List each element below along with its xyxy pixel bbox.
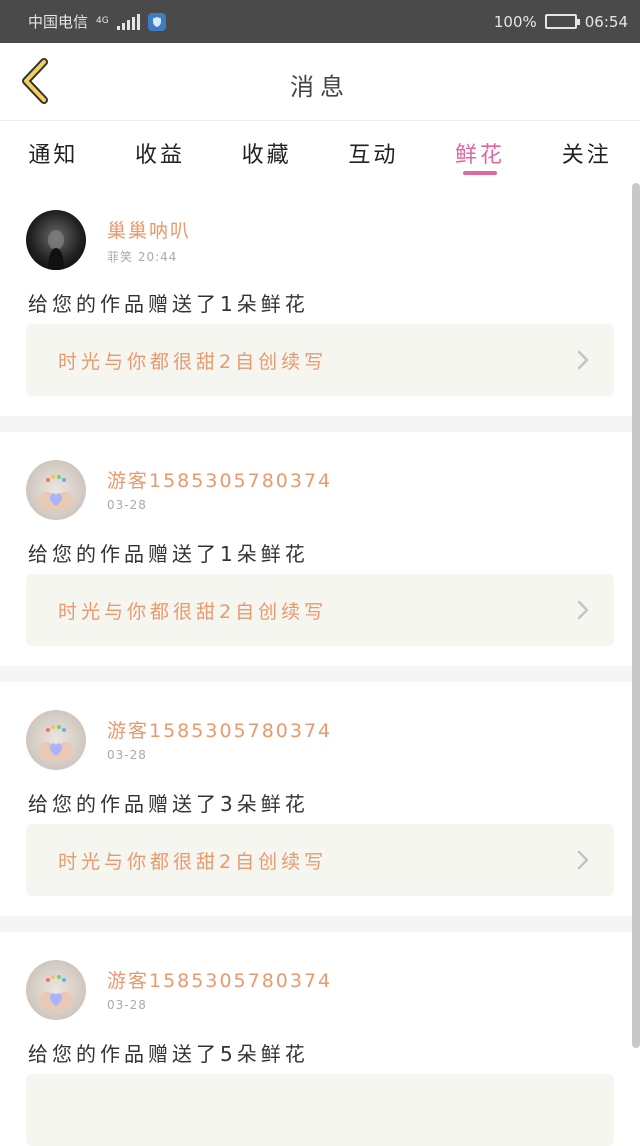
username[interactable]: 巢巢呐叭 <box>107 216 191 243</box>
message-list: 巢巢呐叭 菲笑 20:44 给您的作品赠送了1朵鲜花 时光与你都很甜2自创续写 … <box>0 182 640 1146</box>
separator <box>0 416 640 432</box>
avatar[interactable] <box>26 960 86 1020</box>
tab-label: 鲜花 <box>455 143 506 168</box>
tab-bar: 通知 收益 收藏 互动 鲜花 关注 <box>0 121 640 181</box>
message-text: 给您的作品赠送了3朵鲜花 <box>28 792 309 816</box>
work-title: 时光与你都很甜2自创续写 <box>58 850 328 873</box>
username[interactable]: 游客1585305780374 <box>107 966 332 993</box>
message-card: 游客1585305780374 03-28 给您的作品赠送了5朵鲜花 <box>0 932 640 1146</box>
separator <box>0 666 640 682</box>
separator <box>0 916 640 932</box>
network-type: 4G <box>96 16 109 26</box>
message-text: 给您的作品赠送了1朵鲜花 <box>28 292 309 316</box>
message-header: 游客15853057803​74 03-28 <box>0 432 640 522</box>
battery-percent: 100% <box>493 12 537 31</box>
message-card: 巢巢呐叭 菲笑 20:44 给您的作品赠送了1朵鲜花 时光与你都很甜2自创续写 <box>0 182 640 416</box>
message-meta: 03-28 <box>107 498 147 512</box>
work-title: 时光与你都很甜2自创续写 <box>58 600 328 623</box>
username[interactable]: 游客1585305780374 <box>107 716 332 743</box>
clock: 06:54 <box>584 12 628 31</box>
shield-icon <box>147 12 166 31</box>
tab-label: 收益 <box>135 143 186 168</box>
header: 消息 <box>0 43 640 121</box>
status-bar: 中国电信 4G 100% 06:54 <box>0 0 640 43</box>
message-card: 游客1585305780374 03-28 给您的作品赠送了3朵鲜花 时光与你都… <box>0 682 640 916</box>
message-header: 巢巢呐叭 菲笑 20:44 <box>0 182 640 272</box>
page-title: 消息 <box>290 73 350 101</box>
avatar[interactable] <box>26 210 86 270</box>
message-header: 游客1585305780374 03-28 <box>0 932 640 1022</box>
message-text: 给您的作品赠送了1朵鲜花 <box>28 542 309 566</box>
tab-favorites[interactable]: 收藏 <box>213 121 320 181</box>
avatar[interactable] <box>26 710 86 770</box>
chevron-right-icon <box>577 600 589 620</box>
active-tab-indicator <box>463 171 498 175</box>
chevron-right-icon <box>577 850 589 870</box>
status-right: 100% 06:54 <box>494 13 628 31</box>
status-left: 中国电信 4G <box>28 11 166 32</box>
username[interactable]: 游客15853057803​74 <box>107 466 332 493</box>
work-link[interactable] <box>26 1074 614 1146</box>
message-header: 游客1585305780374 03-28 <box>0 682 640 772</box>
avatar-image <box>38 975 74 1011</box>
tab-following[interactable]: 关注 <box>533 121 640 181</box>
avatar-image <box>38 725 74 761</box>
scrollbar[interactable] <box>632 183 640 1048</box>
message-meta: 03-28 <box>107 998 147 1012</box>
tab-notifications[interactable]: 通知 <box>0 121 107 181</box>
work-link[interactable]: 时光与你都很甜2自创续写 <box>26 574 614 646</box>
tab-flowers[interactable]: 鲜花 <box>427 121 534 181</box>
signal-icon <box>116 13 140 30</box>
carrier-label: 中国电信 <box>28 13 89 31</box>
message-card: 游客15853057803​74 03-28 给您的作品赠送了1朵鲜花 时光与你… <box>0 432 640 666</box>
avatar-image <box>38 475 74 511</box>
message-text: 给您的作品赠送了5朵鲜花 <box>28 1042 309 1066</box>
work-link[interactable]: 时光与你都很甜2自创续写 <box>26 324 614 396</box>
message-meta: 03-28 <box>107 748 147 762</box>
work-title: 时光与你都很甜2自创续写 <box>58 350 328 373</box>
tab-label: 互动 <box>348 143 399 168</box>
tab-earnings[interactable]: 收益 <box>107 121 214 181</box>
avatar-image <box>48 230 64 270</box>
work-link[interactable]: 时光与你都很甜2自创续写 <box>26 824 614 896</box>
battery-icon <box>544 14 580 29</box>
message-meta: 菲笑 20:44 <box>107 250 178 264</box>
tab-label: 通知 <box>28 143 79 168</box>
avatar[interactable] <box>26 460 86 520</box>
chevron-right-icon <box>577 350 589 370</box>
tab-interactions[interactable]: 互动 <box>320 121 427 181</box>
tab-label: 关注 <box>561 143 612 168</box>
tab-label: 收藏 <box>241 143 292 168</box>
